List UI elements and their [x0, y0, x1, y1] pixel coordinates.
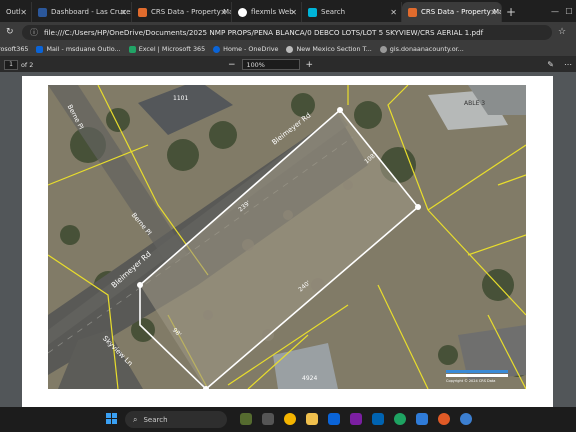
address-label-4924: 4924: [302, 375, 318, 382]
crs-favicon-icon: [138, 7, 147, 17]
app-icon[interactable]: [350, 413, 362, 425]
close-icon[interactable]: ✕: [120, 8, 127, 17]
search-label: Search: [143, 415, 168, 424]
taskbar: ⌕ Search: [0, 407, 576, 432]
outlook-taskbar-icon[interactable]: [328, 413, 340, 425]
zoom-input[interactable]: 100%: [241, 59, 300, 70]
pdf-toolbar: 1 of 2 − 100% + ✎ ⋯: [0, 57, 576, 72]
refresh-icon[interactable]: ↻: [6, 27, 18, 37]
file-info-icon[interactable]: ⓘ: [30, 27, 38, 38]
new-tab-button[interactable]: +: [502, 2, 520, 22]
url-text: file:///C:/Users/HP/OneDrive/Documents/2…: [44, 27, 484, 37]
bookmark-onedrive[interactable]: Home - OneDrive: [213, 45, 278, 53]
zoom-controls: − 100% +: [228, 59, 313, 70]
widgets-icon[interactable]: [240, 413, 252, 425]
tab-outlook[interactable]: Outl ✕: [0, 2, 32, 22]
page-number-input[interactable]: 1: [4, 59, 18, 70]
close-icon[interactable]: ✕: [20, 8, 27, 17]
zoom-in-button[interactable]: +: [306, 60, 314, 70]
close-icon[interactable]: ✕: [390, 8, 397, 17]
windows-start-button[interactable]: [106, 413, 118, 425]
edge-icon[interactable]: [394, 413, 406, 425]
tab-crs-data[interactable]: CRS Data - Property Map for - C ✕: [132, 2, 232, 22]
file-explorer-icon[interactable]: [306, 413, 318, 425]
firefox-icon[interactable]: [438, 413, 450, 425]
store-icon[interactable]: [372, 413, 384, 425]
taskbar-search-box[interactable]: ⌕ Search: [125, 411, 227, 428]
more-icon[interactable]: ⋯: [564, 60, 572, 69]
minimize-button[interactable]: —: [548, 0, 562, 22]
address-label-able: ABLE 3: [464, 100, 486, 107]
search-favicon-icon: [308, 7, 317, 17]
pdf-viewer[interactable]: Bleimeyer Rd Bleimeyer Rd Skyview Ln Ber…: [0, 72, 576, 411]
word-icon[interactable]: [416, 413, 428, 425]
bookmark-microsoft365[interactable]: rosoft365: [0, 45, 28, 53]
globe-icon: [379, 45, 387, 53]
bookmarks-bar: rosoft365 Mail - msduane Outlo... Excel …: [0, 42, 576, 57]
tab-strip: Outl ✕ Dashboard - Las Cruces Ass ✕ CRS …: [0, 0, 576, 22]
tab-flexmls[interactable]: flexmls Web ✕: [232, 2, 302, 22]
bookmark-label: rosoft365: [0, 45, 29, 53]
tab-crs-data-active[interactable]: CRS Data - Property Map for - C ✕: [402, 2, 502, 22]
bookmark-nm-section[interactable]: New Mexico Section T...: [286, 45, 372, 53]
task-view-icon[interactable]: [262, 413, 274, 425]
tab-label: Search: [321, 8, 346, 16]
globe-icon: [286, 45, 294, 53]
map-copyright: Copyright © 2024 CRS Data: [446, 379, 496, 383]
close-icon[interactable]: ✕: [490, 8, 497, 17]
bookmark-star-icon[interactable]: ☆: [558, 27, 570, 37]
page-total: of 2: [21, 60, 34, 69]
excel-icon: [128, 45, 136, 53]
address-bar-row: ↻ ⓘ file:///C:/Users/HP/OneDrive/Documen…: [0, 22, 576, 42]
dashboard-favicon-icon: [38, 7, 47, 17]
bookmark-label: New Mexico Section T...: [296, 45, 372, 53]
search-icon: ⌕: [133, 414, 138, 424]
address-label-1101: 1101: [173, 95, 189, 102]
bookmark-label: Home - OneDrive: [223, 45, 279, 53]
chrome-icon[interactable]: [284, 413, 296, 425]
bookmark-excel[interactable]: Excel | Microsoft 365: [128, 45, 206, 53]
window-controls: — ☐: [548, 0, 576, 22]
zoom-out-button[interactable]: −: [228, 60, 236, 70]
bookmark-label: Mail - msduane Outlo...: [46, 45, 121, 53]
pdf-actions: ✎ ⋯: [537, 60, 572, 69]
zoom-value: 100%: [246, 60, 265, 69]
tab-dashboard[interactable]: Dashboard - Las Cruces Ass ✕: [32, 2, 132, 22]
aerial-map: Bleimeyer Rd Bleimeyer Rd Skyview Ln Ber…: [48, 85, 526, 389]
crs-favicon-icon: [408, 7, 417, 17]
app-circle-icon[interactable]: [460, 413, 472, 425]
bookmark-mail[interactable]: Mail - msduane Outlo...: [36, 45, 121, 53]
close-icon[interactable]: ✕: [290, 8, 297, 17]
onedrive-icon: [213, 45, 221, 53]
bookmark-gis[interactable]: gis.donaanacounty.or...: [379, 45, 464, 53]
url-field[interactable]: ⓘ file:///C:/Users/HP/OneDrive/Documents…: [22, 24, 552, 40]
bookmark-label: Excel | Microsoft 365: [138, 45, 206, 53]
tab-label: flexmls Web: [251, 8, 294, 16]
flexmls-favicon-icon: [238, 7, 247, 17]
draw-icon[interactable]: ✎: [547, 60, 554, 69]
bookmark-label: gis.donaanacounty.or...: [389, 45, 464, 53]
tab-label: Outl: [6, 8, 21, 16]
pdf-page: Bleimeyer Rd Bleimeyer Rd Skyview Ln Ber…: [22, 76, 553, 411]
maximize-button[interactable]: ☐: [562, 0, 576, 22]
outlook-icon: [36, 45, 44, 53]
close-icon[interactable]: ✕: [220, 8, 227, 17]
tab-search[interactable]: Search ✕: [302, 2, 402, 22]
